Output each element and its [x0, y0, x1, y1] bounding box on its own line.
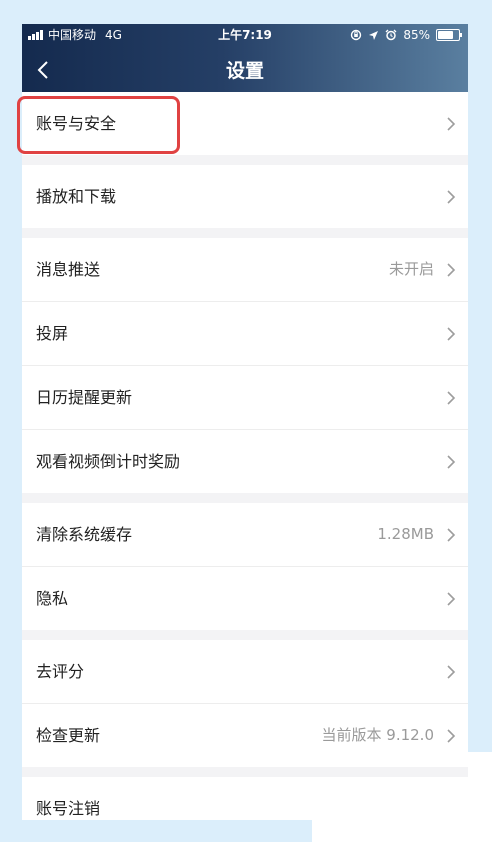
chevron-right-icon	[447, 391, 456, 405]
settings-item-label: 日历提醒更新	[36, 388, 133, 407]
chevron-right-icon	[447, 117, 456, 131]
settings-item-label: 播放和下载	[36, 187, 117, 206]
settings-item-label: 观看视频倒计时奖励	[36, 452, 181, 471]
settings-item-privacy[interactable]: 隐私	[22, 567, 468, 630]
chevron-right-icon	[447, 528, 456, 542]
settings-item-screen-cast[interactable]: 投屏	[22, 302, 468, 366]
settings-item-label: 检查更新	[36, 726, 101, 745]
chevron-right-icon	[447, 592, 456, 606]
settings-item-delete-account[interactable]: 账号注销	[22, 777, 468, 820]
settings-item-label: 隐私	[36, 589, 69, 608]
settings-section-account-deletion: 账号注销	[22, 777, 468, 820]
rotation-lock-icon	[351, 29, 362, 41]
settings-item-value: 1.28MB	[377, 525, 434, 543]
settings-item-label: 清除系统缓存	[36, 525, 133, 544]
chevron-right-icon	[447, 729, 456, 743]
settings-item-label: 账号注销	[36, 799, 101, 818]
chevron-right-icon	[447, 190, 456, 204]
location-icon	[369, 30, 379, 40]
settings-item-calendar-reminder[interactable]: 日历提醒更新	[22, 366, 468, 430]
settings-item-clear-cache[interactable]: 清除系统缓存 1.28MB	[22, 503, 468, 567]
phone-screen: 中国移动 4G 上午7:19 85% 设置 账号与安全 播放和下载 消息推送 未…	[22, 24, 468, 820]
settings-item-value: 当前版本 9.12.0	[321, 726, 434, 744]
page-title: 设置	[225, 60, 264, 82]
settings-list: 账号与安全 播放和下载 消息推送 未开启 投屏 日历提醒更新 观看视频倒计时奖励…	[22, 92, 468, 820]
section-gap	[22, 228, 468, 238]
settings-item-account-security[interactable]: 账号与安全	[22, 92, 468, 155]
settings-item-label: 账号与安全	[36, 114, 117, 133]
chevron-right-icon	[447, 327, 456, 341]
settings-item-label: 去评分	[36, 662, 85, 681]
settings-section-playback: 播放和下载	[22, 165, 468, 228]
chevron-right-icon	[447, 455, 456, 469]
section-gap	[22, 630, 468, 640]
settings-item-value: 未开启	[388, 260, 434, 278]
settings-item-push-notifications[interactable]: 消息推送 未开启	[22, 238, 468, 302]
section-gap	[22, 493, 468, 503]
settings-section-storage: 清除系统缓存 1.28MB 隐私	[22, 503, 468, 630]
settings-item-watch-reward[interactable]: 观看视频倒计时奖励	[22, 430, 468, 493]
settings-item-check-update[interactable]: 检查更新 当前版本 9.12.0	[22, 704, 468, 767]
settings-item-label: 投屏	[36, 324, 69, 343]
status-bar: 中国移动 4G 上午7:19 85%	[22, 24, 468, 46]
battery-percent: 85%	[403, 28, 430, 42]
chevron-right-icon	[447, 263, 456, 277]
settings-item-rate-app[interactable]: 去评分	[22, 640, 468, 704]
section-gap	[22, 767, 468, 777]
battery-icon	[436, 29, 462, 41]
status-right: 85%	[350, 24, 462, 46]
chevron-right-icon	[447, 665, 456, 679]
section-gap	[22, 155, 468, 165]
alarm-icon	[385, 29, 397, 41]
settings-section-about: 去评分 检查更新 当前版本 9.12.0	[22, 640, 468, 767]
settings-section-notifications: 消息推送 未开启 投屏 日历提醒更新 观看视频倒计时奖励	[22, 238, 468, 493]
settings-item-label: 消息推送	[36, 260, 101, 279]
header-bar: 中国移动 4G 上午7:19 85% 设置	[22, 24, 468, 92]
settings-item-playback-download[interactable]: 播放和下载	[22, 165, 468, 228]
settings-section-account: 账号与安全	[22, 92, 468, 155]
